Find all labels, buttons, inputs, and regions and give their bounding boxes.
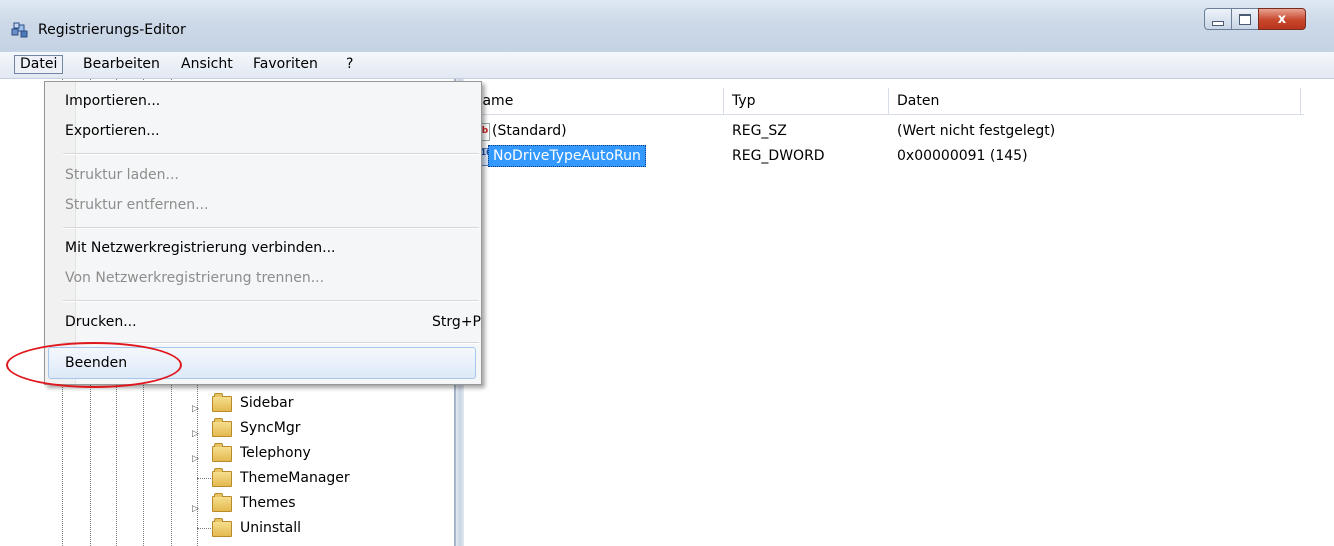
tree-item-label: Themes [240,495,296,511]
annotation-circle [6,342,182,388]
folder-icon [212,418,232,437]
value-data: (Wert nicht festgelegt) [897,123,1056,139]
menu-item-label: Drucken... [65,314,137,330]
column-header-type[interactable]: Typ [724,88,889,114]
menu-favoriten[interactable]: Favoriten [248,55,323,74]
menu-item-print[interactable]: Drucken... Strg+P [65,309,481,335]
value-name: NoDriveTypeAutoRun [488,145,646,167]
menu-item-connect-network-registry[interactable]: Mit Netzwerkregistrierung verbinden... [65,235,336,261]
maximize-button[interactable] [1231,8,1259,30]
regedit-icon [11,22,28,38]
tree-branch-line [197,528,211,529]
column-header-data[interactable]: Daten [889,88,1301,114]
tree-item-label: ThemeManager [240,470,350,486]
title-bar: Registrierungs-Editor x [0,0,1334,53]
value-type: REG_DWORD [732,148,825,164]
value-name: (Standard) [492,123,567,139]
menu-shortcut: Strg+P [432,314,481,330]
maximize-icon [1239,13,1251,25]
menu-item-unload-hive: Struktur entfernen... [65,197,209,213]
value-row[interactable]: ab (Standard) REG_SZ (Wert nicht festgel… [464,120,1304,142]
menu-separator [63,227,479,229]
menu-bar: Datei Bearbeiten Ansicht Favoriten ? [0,52,1334,79]
menu-item-disconnect-network-registry: Von Netzwerkregistrierung trennen... [65,270,325,286]
minimize-button[interactable] [1204,8,1232,30]
menu-ansicht[interactable]: Ansicht [176,55,238,74]
menu-item-import[interactable]: Importieren... [65,88,160,114]
menu-separator [63,300,479,302]
value-type: REG_SZ [732,123,787,139]
folder-icon [212,443,232,462]
folder-icon [212,393,232,412]
tree-item-label: Uninstall [240,520,302,536]
expand-arrow-icon[interactable]: ▷ [192,398,199,420]
value-row-selected[interactable]: 010 NoDriveTypeAutoRun REG_DWORD 0x00000… [464,145,1304,167]
menu-help[interactable]: ? [341,55,358,74]
folder-icon [212,468,232,487]
tree-branch-line [197,478,211,479]
expand-arrow-icon[interactable]: ▷ [192,498,199,520]
expand-arrow-icon[interactable]: ▷ [192,423,199,445]
close-icon: x [1277,11,1287,27]
minimize-icon [1212,20,1224,26]
column-header-name[interactable]: Name [464,88,724,114]
tree-item-label: Telephony [240,445,311,461]
folder-icon [212,518,232,537]
list-header: Name Typ Daten [464,88,1304,115]
menu-separator [63,153,479,155]
close-button[interactable]: x [1258,8,1306,30]
menu-item-export[interactable]: Exportieren... [65,118,160,144]
window-controls: x [1204,8,1306,30]
values-list[interactable]: Name Typ Daten ab (Standard) REG_SZ (Wer… [464,79,1334,546]
tree-item-label: Sidebar [240,395,294,411]
menu-bearbeiten[interactable]: Bearbeiten [78,55,165,74]
window-title: Registrierungs-Editor [38,22,186,38]
menu-datei[interactable]: Datei [14,55,64,74]
folder-icon [212,493,232,512]
file-menu-dropdown: Importieren... Exportieren... Struktur l… [44,81,482,385]
menu-item-load-hive: Struktur laden... [65,167,179,183]
expand-arrow-icon[interactable]: ▷ [192,448,199,470]
value-data: 0x00000091 (145) [897,148,1028,164]
tree-item-label: SyncMgr [240,420,301,436]
